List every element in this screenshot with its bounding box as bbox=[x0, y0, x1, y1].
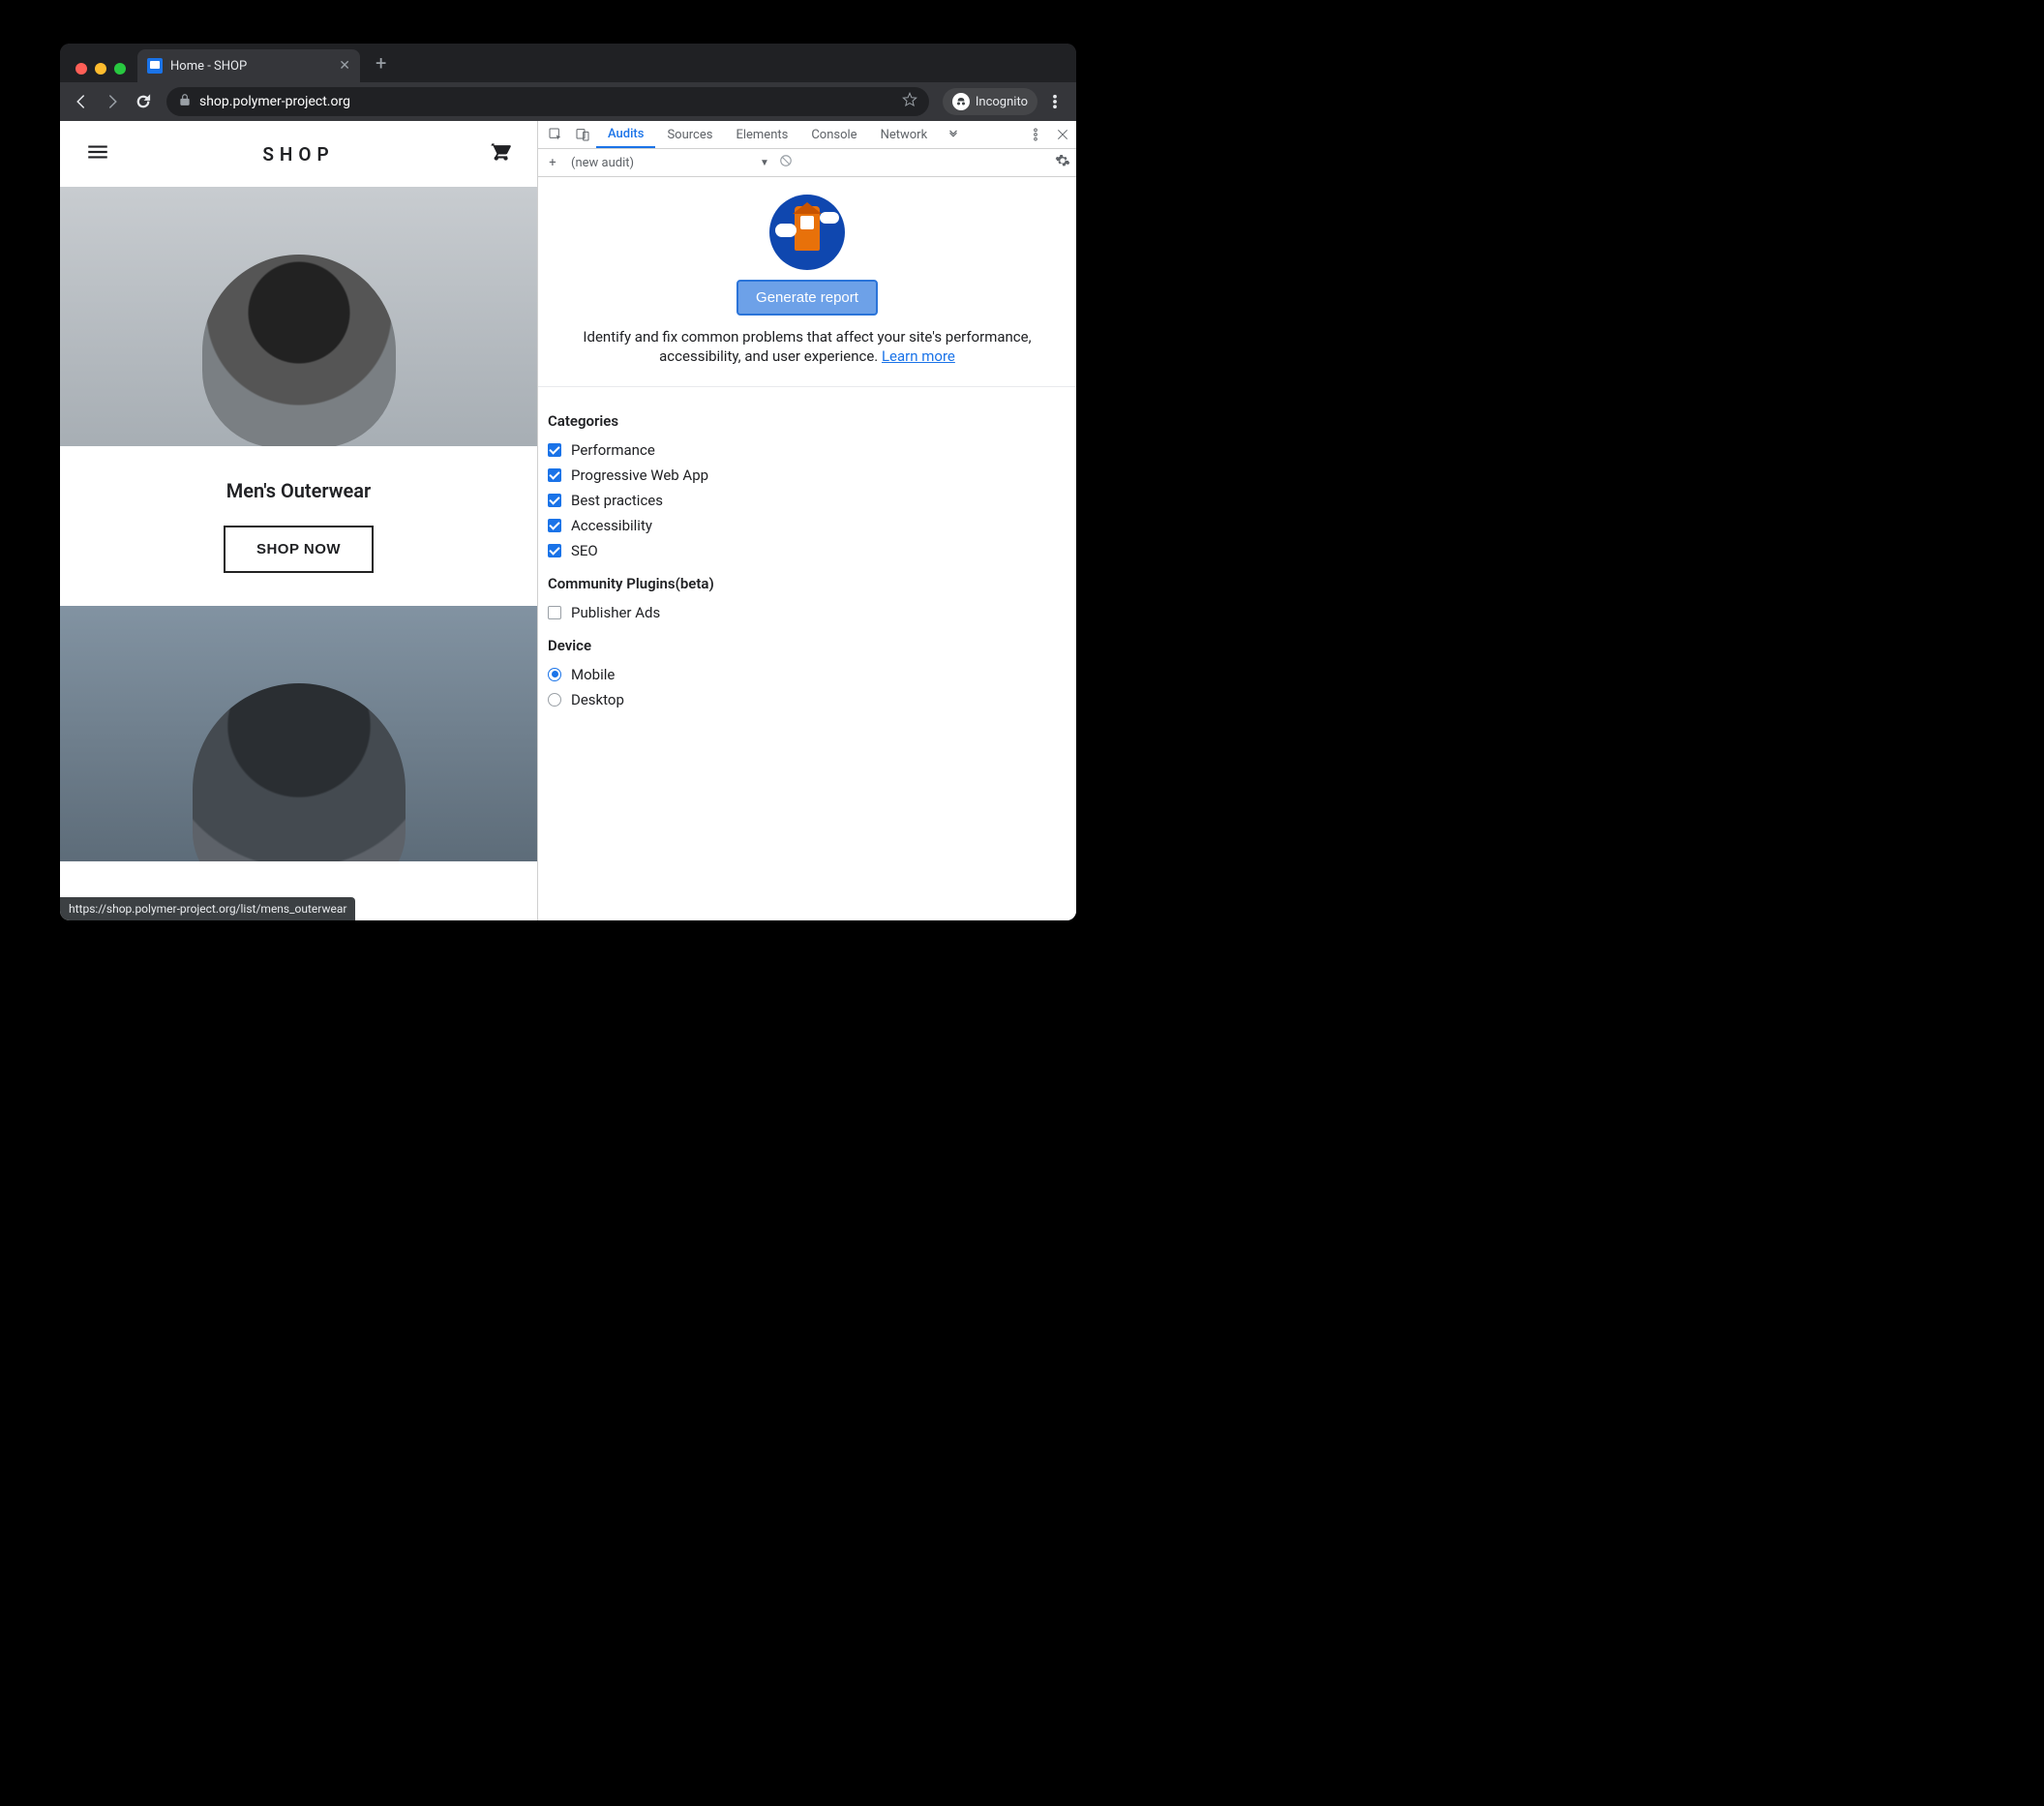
new-tab-button[interactable]: + bbox=[360, 47, 398, 82]
checkbox-icon[interactable] bbox=[548, 544, 561, 557]
audits-toolbar: + (new audit) ▼ bbox=[538, 149, 1076, 177]
category-label: SEO bbox=[571, 542, 598, 559]
settings-icon[interactable] bbox=[1055, 153, 1070, 172]
devtools-panel: Audits Sources Elements Console Network bbox=[538, 121, 1076, 920]
hero-image-2[interactable] bbox=[60, 606, 537, 861]
incognito-label: Incognito bbox=[976, 95, 1028, 109]
tab-bar: Home - SHOP ✕ + bbox=[60, 44, 1076, 82]
rendered-page: SHOP Men's Outerwear SHOP NOW https://sh… bbox=[60, 121, 538, 920]
status-bar-link: https://shop.polymer-project.org/list/me… bbox=[60, 897, 355, 920]
hero-image[interactable] bbox=[60, 187, 537, 446]
device-label: Desktop bbox=[571, 691, 624, 708]
radio-icon[interactable] bbox=[548, 668, 561, 681]
clear-icon[interactable] bbox=[779, 154, 793, 171]
device-row[interactable]: Mobile bbox=[548, 662, 1067, 687]
category-row[interactable]: Performance bbox=[548, 437, 1067, 463]
devtools-tab-sources[interactable]: Sources bbox=[655, 121, 724, 148]
lighthouse-icon bbox=[769, 195, 845, 270]
shop-now-button[interactable]: SHOP NOW bbox=[224, 526, 374, 573]
categories-heading: Categories bbox=[548, 412, 1067, 430]
devtools-tab-network[interactable]: Network bbox=[869, 121, 940, 148]
bookmark-icon[interactable] bbox=[902, 92, 917, 111]
devtools-tab-console[interactable]: Console bbox=[799, 121, 868, 148]
plugin-label: Publisher Ads bbox=[571, 604, 660, 621]
learn-more-link[interactable]: Learn more bbox=[882, 347, 955, 365]
shop-logo[interactable]: SHOP bbox=[262, 143, 334, 166]
devtools-tab-audits[interactable]: Audits bbox=[596, 121, 655, 148]
url-domain: shop.polymer-project.org bbox=[199, 94, 350, 109]
devtools-close-icon[interactable] bbox=[1049, 127, 1076, 142]
plugins-heading: Community Plugins(beta) bbox=[548, 575, 1067, 592]
lock-icon bbox=[178, 93, 192, 110]
minimize-window-button[interactable] bbox=[95, 63, 106, 75]
browser-window: Home - SHOP ✕ + shop.polymer-project.org bbox=[60, 44, 1076, 920]
category-label: Progressive Web App bbox=[571, 467, 708, 484]
chevron-down-icon: ▼ bbox=[760, 158, 769, 168]
window-controls bbox=[70, 63, 132, 82]
lighthouse-hero: Generate report Identify and fix common … bbox=[538, 177, 1076, 387]
device-row[interactable]: Desktop bbox=[548, 687, 1067, 712]
address-bar[interactable]: shop.polymer-project.org bbox=[166, 87, 929, 116]
content-area: SHOP Men's Outerwear SHOP NOW https://sh… bbox=[60, 121, 1076, 920]
checkbox-icon[interactable] bbox=[548, 494, 561, 507]
audits-config: Categories Performance Progressive Web Ap… bbox=[538, 387, 1076, 732]
incognito-indicator[interactable]: Incognito bbox=[943, 88, 1037, 115]
devtools-menu-icon[interactable] bbox=[1022, 127, 1049, 142]
cart-icon[interactable] bbox=[487, 139, 512, 168]
more-tabs-icon[interactable] bbox=[939, 121, 968, 148]
browser-menu-button[interactable] bbox=[1041, 88, 1068, 115]
close-tab-icon[interactable]: ✕ bbox=[339, 58, 350, 74]
category-section: Men's Outerwear SHOP NOW bbox=[60, 479, 537, 606]
browser-tab[interactable]: Home - SHOP ✕ bbox=[137, 49, 360, 82]
category-row[interactable]: SEO bbox=[548, 538, 1067, 563]
favicon-icon bbox=[147, 58, 163, 74]
reload-button[interactable] bbox=[130, 88, 157, 115]
audit-select-label: (new audit) bbox=[571, 156, 634, 170]
audits-body: Generate report Identify and fix common … bbox=[538, 177, 1076, 920]
forward-button[interactable] bbox=[99, 88, 126, 115]
category-row[interactable]: Best practices bbox=[548, 488, 1067, 513]
audit-select[interactable]: (new audit) ▼ bbox=[571, 156, 769, 170]
device-toolbar-icon[interactable] bbox=[569, 121, 596, 148]
page-header: SHOP bbox=[60, 121, 537, 187]
close-window-button[interactable] bbox=[75, 63, 87, 75]
back-button[interactable] bbox=[68, 88, 95, 115]
checkbox-icon[interactable] bbox=[548, 606, 561, 619]
incognito-icon bbox=[952, 93, 970, 110]
tab-title: Home - SHOP bbox=[170, 59, 331, 74]
category-title: Men's Outerwear bbox=[60, 479, 537, 502]
plugin-row[interactable]: Publisher Ads bbox=[548, 600, 1067, 625]
device-label: Mobile bbox=[571, 666, 615, 683]
checkbox-icon[interactable] bbox=[548, 519, 561, 532]
radio-icon[interactable] bbox=[548, 693, 561, 707]
maximize-window-button[interactable] bbox=[114, 63, 126, 75]
inspect-element-icon[interactable] bbox=[542, 121, 569, 148]
device-heading: Device bbox=[548, 637, 1067, 654]
checkbox-icon[interactable] bbox=[548, 468, 561, 482]
category-row[interactable]: Progressive Web App bbox=[548, 463, 1067, 488]
checkbox-icon[interactable] bbox=[548, 443, 561, 457]
category-label: Best practices bbox=[571, 492, 663, 509]
devtools-tabbar: Audits Sources Elements Console Network bbox=[538, 121, 1076, 149]
devtools-tab-elements[interactable]: Elements bbox=[724, 121, 799, 148]
generate-report-button[interactable]: Generate report bbox=[736, 280, 878, 316]
toolbar: shop.polymer-project.org Incognito bbox=[60, 82, 1076, 121]
hamburger-icon[interactable] bbox=[85, 139, 110, 168]
category-row[interactable]: Accessibility bbox=[548, 513, 1067, 538]
category-label: Performance bbox=[571, 441, 655, 459]
category-label: Accessibility bbox=[571, 517, 652, 534]
new-audit-icon[interactable]: + bbox=[544, 156, 561, 170]
lighthouse-description: Identify and fix common problems that af… bbox=[561, 327, 1053, 367]
